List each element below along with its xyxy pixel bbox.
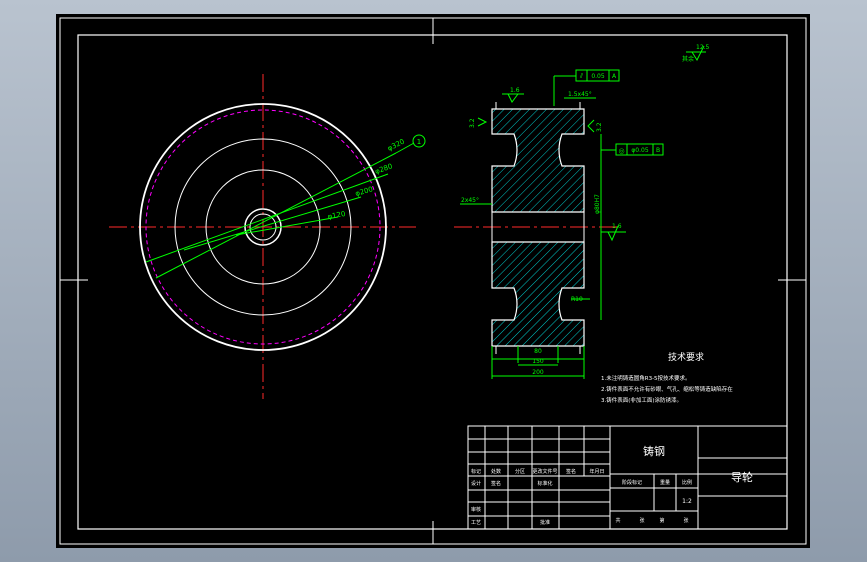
tb-material: 铸钢: [643, 444, 665, 458]
tech-req-line-1: 1.未注明铸造圆角R3-5按技术要求。: [601, 374, 691, 382]
tb-sheet-a: 张: [639, 517, 644, 524]
tol1-value: 0.05: [591, 73, 605, 80]
left-roughness: 3.2: [469, 118, 476, 128]
chamfer-note: 1.5x45°: [568, 91, 592, 98]
tb-header-date: 年月日: [589, 468, 604, 475]
dim-d4: φ120: [327, 210, 346, 221]
inner-frame: [77, 34, 788, 530]
tb-header-doc: 更改文件号: [532, 468, 557, 475]
roughness-top-mark: [507, 93, 519, 103]
tol2-symbol: ◎: [618, 147, 624, 155]
cad-drawing-canvas[interactable]: 1 φ320 φ280 φ200 φ120 80 150 200 φ80H7 1…: [56, 14, 810, 548]
tb-header-mark: 标记: [471, 468, 481, 475]
dim-bottom-2: 150: [532, 358, 544, 365]
tb-header-count: 处数: [491, 468, 501, 475]
tb-stage: 阶段标记: [622, 479, 642, 486]
tb-part-name: 导轮: [731, 470, 753, 484]
tb-standard: 标准化: [537, 480, 552, 487]
roughness-value: 12.5: [696, 44, 710, 51]
dim-bottom-3: 200: [532, 369, 544, 376]
tb-scale-label: 比例: [682, 479, 692, 486]
dim-bottom-1: 80: [534, 348, 542, 355]
dim-d1: φ320: [386, 137, 406, 152]
right-roughness: 3.2: [596, 122, 603, 132]
tb-header-zone: 分区: [515, 468, 525, 475]
right-note: 1.6: [612, 223, 622, 230]
tol1-symbol: ⫽: [579, 72, 584, 80]
left-roughness-mark: [477, 117, 488, 127]
dim-d3: φ200: [354, 185, 373, 198]
tb-review: 审核: [471, 506, 481, 513]
bore-dim: φ80H7: [594, 194, 601, 214]
dim-leader-2: [145, 173, 389, 263]
tech-req-line-2: 2.铸件表面不允许有砂眼、气孔、缩松等铸造缺陷存在: [601, 385, 733, 393]
title-block: 铸钢 导轮 1:2 标记 处数 分区 更改文件号 签名 年月日 设计 签名 标准…: [467, 425, 788, 530]
tech-requirements: 技术要求 1.未注明铸造圆角R3-5按技术要求。 2.铸件表面不允许有砂眼、气孔…: [601, 351, 733, 404]
cad-viewport[interactable]: 1 φ320 φ280 φ200 φ120 80 150 200 φ80H7 1…: [56, 14, 810, 548]
tb-total: 共: [615, 517, 620, 524]
chamfer-top: 1.6: [510, 87, 520, 94]
section-view: 80 150 200 φ80H7 1.6 ⫽ 0.05 A 1.5x45° 12…: [454, 44, 710, 379]
tech-req-title: 技术要求: [668, 351, 704, 363]
front-view: 1 φ320 φ280 φ200 φ120: [109, 74, 426, 399]
tol1-datum: A: [612, 73, 617, 80]
outer-frame: [59, 17, 807, 545]
roughness-note: 其余: [682, 55, 694, 63]
tb-page: 第: [659, 517, 664, 524]
tb-approve: 批准: [540, 519, 550, 526]
fillet-label: R10: [571, 296, 583, 303]
section-upper-half: [491, 108, 585, 213]
tb-sheet-b: 张: [683, 517, 688, 524]
tb-weight: 重量: [660, 479, 670, 486]
tb-process: 工艺: [471, 520, 481, 526]
tech-req-line-3: 3.铸件表面(非加工面)涂防锈漆。: [601, 396, 682, 404]
tol2-datum: B: [656, 147, 660, 154]
tol2-value: φ0.05: [631, 147, 649, 154]
tb-scale: 1:2: [682, 498, 692, 505]
dim-d2: φ280: [374, 162, 394, 176]
tb-header-sign: 签名: [566, 468, 576, 475]
tb-design: 设计: [471, 480, 481, 487]
right-roughness-mark: [587, 119, 595, 133]
tb-design-sign: 签名: [491, 480, 501, 487]
section-lower-half: [491, 241, 585, 347]
left-note: 2x45°: [461, 197, 479, 204]
dim-leader-4: [235, 216, 339, 236]
balloon-number: 1: [417, 138, 421, 146]
